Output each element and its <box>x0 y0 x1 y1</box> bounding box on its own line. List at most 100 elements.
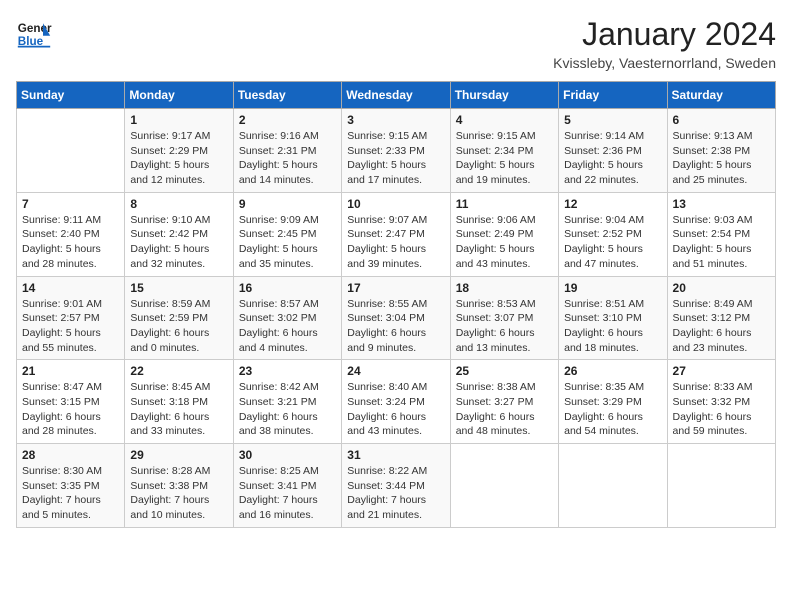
day-info: Sunrise: 8:51 AM Sunset: 3:10 PM Dayligh… <box>564 297 661 356</box>
day-info: Sunrise: 9:14 AM Sunset: 2:36 PM Dayligh… <box>564 129 661 188</box>
day-info: Sunrise: 8:28 AM Sunset: 3:38 PM Dayligh… <box>130 464 227 523</box>
day-info: Sunrise: 9:15 AM Sunset: 2:33 PM Dayligh… <box>347 129 444 188</box>
calendar-header-row: Sunday Monday Tuesday Wednesday Thursday… <box>17 82 776 109</box>
col-tuesday: Tuesday <box>233 82 341 109</box>
calendar-cell: 12 Sunrise: 9:04 AM Sunset: 2:52 PM Dayli… <box>559 192 667 276</box>
day-info: Sunrise: 9:13 AM Sunset: 2:38 PM Dayligh… <box>673 129 770 188</box>
day-number: 15 <box>130 281 227 295</box>
day-number: 22 <box>130 364 227 378</box>
day-info: Sunrise: 9:09 AM Sunset: 2:45 PM Dayligh… <box>239 213 336 272</box>
day-number: 4 <box>456 113 553 127</box>
day-info: Sunrise: 9:10 AM Sunset: 2:42 PM Dayligh… <box>130 213 227 272</box>
day-number: 14 <box>22 281 119 295</box>
day-info: Sunrise: 8:55 AM Sunset: 3:04 PM Dayligh… <box>347 297 444 356</box>
day-info: Sunrise: 9:17 AM Sunset: 2:29 PM Dayligh… <box>130 129 227 188</box>
calendar-week-row: 21Sunrise: 8:47 AM Sunset: 3:15 PM Dayli… <box>17 360 776 444</box>
day-number: 21 <box>22 364 119 378</box>
calendar-cell: 27 Sunrise: 8:33 AM Sunset: 3:32 PM Dayli… <box>667 360 775 444</box>
day-info: Sunrise: 9:04 AM Sunset: 2:52 PM Dayligh… <box>564 213 661 272</box>
col-sunday: Sunday <box>17 82 125 109</box>
calendar-cell: 31Sunrise: 8:22 AM Sunset: 3:44 PM Dayli… <box>342 444 450 528</box>
calendar-cell: 19 Sunrise: 8:51 AM Sunset: 3:10 PM Dayli… <box>559 276 667 360</box>
day-info: Sunrise: 9:03 AM Sunset: 2:54 PM Dayligh… <box>673 213 770 272</box>
calendar-week-row: 1 Sunrise: 9:17 AM Sunset: 2:29 PM Daylig… <box>17 109 776 193</box>
calendar-cell: 17 Sunrise: 8:55 AM Sunset: 3:04 PM Dayli… <box>342 276 450 360</box>
day-info: Sunrise: 9:15 AM Sunset: 2:34 PM Dayligh… <box>456 129 553 188</box>
logo: General Blue <box>16 16 56 52</box>
day-number: 2 <box>239 113 336 127</box>
calendar-cell: 14 Sunrise: 9:01 AM Sunset: 2:57 PM Dayli… <box>17 276 125 360</box>
day-number: 7 <box>22 197 119 211</box>
calendar-cell: 8 Sunrise: 9:10 AM Sunset: 2:42 PM Daylig… <box>125 192 233 276</box>
calendar-cell: 15Sunrise: 8:59 AM Sunset: 2:59 PM Dayli… <box>125 276 233 360</box>
day-info: Sunrise: 9:01 AM Sunset: 2:57 PM Dayligh… <box>22 297 119 356</box>
day-number: 12 <box>564 197 661 211</box>
calendar-cell: 28 Sunrise: 8:30 AM Sunset: 3:35 PM Dayli… <box>17 444 125 528</box>
day-number: 27 <box>673 364 770 378</box>
day-info: Sunrise: 8:40 AM Sunset: 3:24 PM Dayligh… <box>347 380 444 439</box>
calendar-week-row: 14 Sunrise: 9:01 AM Sunset: 2:57 PM Dayli… <box>17 276 776 360</box>
calendar-body: 1 Sunrise: 9:17 AM Sunset: 2:29 PM Daylig… <box>17 109 776 528</box>
logo-icon: General Blue <box>16 16 52 52</box>
day-info: Sunrise: 8:42 AM Sunset: 3:21 PM Dayligh… <box>239 380 336 439</box>
calendar-cell <box>17 109 125 193</box>
day-number: 25 <box>456 364 553 378</box>
calendar-cell <box>667 444 775 528</box>
calendar-cell: 13 Sunrise: 9:03 AM Sunset: 2:54 PM Dayli… <box>667 192 775 276</box>
day-info: Sunrise: 8:33 AM Sunset: 3:32 PM Dayligh… <box>673 380 770 439</box>
calendar-cell: 25Sunrise: 8:38 AM Sunset: 3:27 PM Dayli… <box>450 360 558 444</box>
calendar-cell: 10Sunrise: 9:07 AM Sunset: 2:47 PM Dayli… <box>342 192 450 276</box>
day-info: Sunrise: 9:06 AM Sunset: 2:49 PM Dayligh… <box>456 213 553 272</box>
calendar-cell: 24Sunrise: 8:40 AM Sunset: 3:24 PM Dayli… <box>342 360 450 444</box>
day-info: Sunrise: 8:57 AM Sunset: 3:02 PM Dayligh… <box>239 297 336 356</box>
day-number: 8 <box>130 197 227 211</box>
day-number: 30 <box>239 448 336 462</box>
calendar-cell: 23 Sunrise: 8:42 AM Sunset: 3:21 PM Dayli… <box>233 360 341 444</box>
day-number: 20 <box>673 281 770 295</box>
calendar-title: January 2024 <box>553 16 776 53</box>
page-header: General Blue January 2024 Kvissleby, Vae… <box>16 16 776 71</box>
calendar-cell: 22 Sunrise: 8:45 AM Sunset: 3:18 PM Dayli… <box>125 360 233 444</box>
day-info: Sunrise: 8:25 AM Sunset: 3:41 PM Dayligh… <box>239 464 336 523</box>
day-number: 11 <box>456 197 553 211</box>
calendar-cell: 11 Sunrise: 9:06 AM Sunset: 2:49 PM Dayli… <box>450 192 558 276</box>
day-info: Sunrise: 8:35 AM Sunset: 3:29 PM Dayligh… <box>564 380 661 439</box>
calendar-subtitle: Kvissleby, Vaesternorrland, Sweden <box>553 55 776 71</box>
calendar-cell: 5 Sunrise: 9:14 AM Sunset: 2:36 PM Daylig… <box>559 109 667 193</box>
day-info: Sunrise: 9:11 AM Sunset: 2:40 PM Dayligh… <box>22 213 119 272</box>
day-info: Sunrise: 8:30 AM Sunset: 3:35 PM Dayligh… <box>22 464 119 523</box>
calendar-cell: 29Sunrise: 8:28 AM Sunset: 3:38 PM Dayli… <box>125 444 233 528</box>
day-info: Sunrise: 8:49 AM Sunset: 3:12 PM Dayligh… <box>673 297 770 356</box>
col-wednesday: Wednesday <box>342 82 450 109</box>
calendar-cell: 6 Sunrise: 9:13 AM Sunset: 2:38 PM Daylig… <box>667 109 775 193</box>
day-number: 9 <box>239 197 336 211</box>
day-number: 28 <box>22 448 119 462</box>
calendar-cell: 21Sunrise: 8:47 AM Sunset: 3:15 PM Dayli… <box>17 360 125 444</box>
day-number: 19 <box>564 281 661 295</box>
col-monday: Monday <box>125 82 233 109</box>
day-number: 6 <box>673 113 770 127</box>
calendar-cell <box>450 444 558 528</box>
day-number: 3 <box>347 113 444 127</box>
calendar-cell: 20 Sunrise: 8:49 AM Sunset: 3:12 PM Dayli… <box>667 276 775 360</box>
title-area: January 2024 Kvissleby, Vaesternorrland,… <box>553 16 776 71</box>
calendar-cell: 30 Sunrise: 8:25 AM Sunset: 3:41 PM Dayli… <box>233 444 341 528</box>
calendar-cell: 18Sunrise: 8:53 AM Sunset: 3:07 PM Dayli… <box>450 276 558 360</box>
day-number: 31 <box>347 448 444 462</box>
day-info: Sunrise: 8:45 AM Sunset: 3:18 PM Dayligh… <box>130 380 227 439</box>
col-friday: Friday <box>559 82 667 109</box>
day-number: 10 <box>347 197 444 211</box>
calendar-week-row: 28 Sunrise: 8:30 AM Sunset: 3:35 PM Dayli… <box>17 444 776 528</box>
calendar-cell: 3 Sunrise: 9:15 AM Sunset: 2:33 PM Daylig… <box>342 109 450 193</box>
day-info: Sunrise: 9:16 AM Sunset: 2:31 PM Dayligh… <box>239 129 336 188</box>
day-number: 23 <box>239 364 336 378</box>
day-number: 1 <box>130 113 227 127</box>
day-number: 18 <box>456 281 553 295</box>
day-number: 17 <box>347 281 444 295</box>
calendar-cell: 16 Sunrise: 8:57 AM Sunset: 3:02 PM Dayli… <box>233 276 341 360</box>
day-number: 16 <box>239 281 336 295</box>
calendar-cell: 9 Sunrise: 9:09 AM Sunset: 2:45 PM Daylig… <box>233 192 341 276</box>
calendar-cell: 4 Sunrise: 9:15 AM Sunset: 2:34 PM Daylig… <box>450 109 558 193</box>
day-number: 5 <box>564 113 661 127</box>
day-number: 13 <box>673 197 770 211</box>
